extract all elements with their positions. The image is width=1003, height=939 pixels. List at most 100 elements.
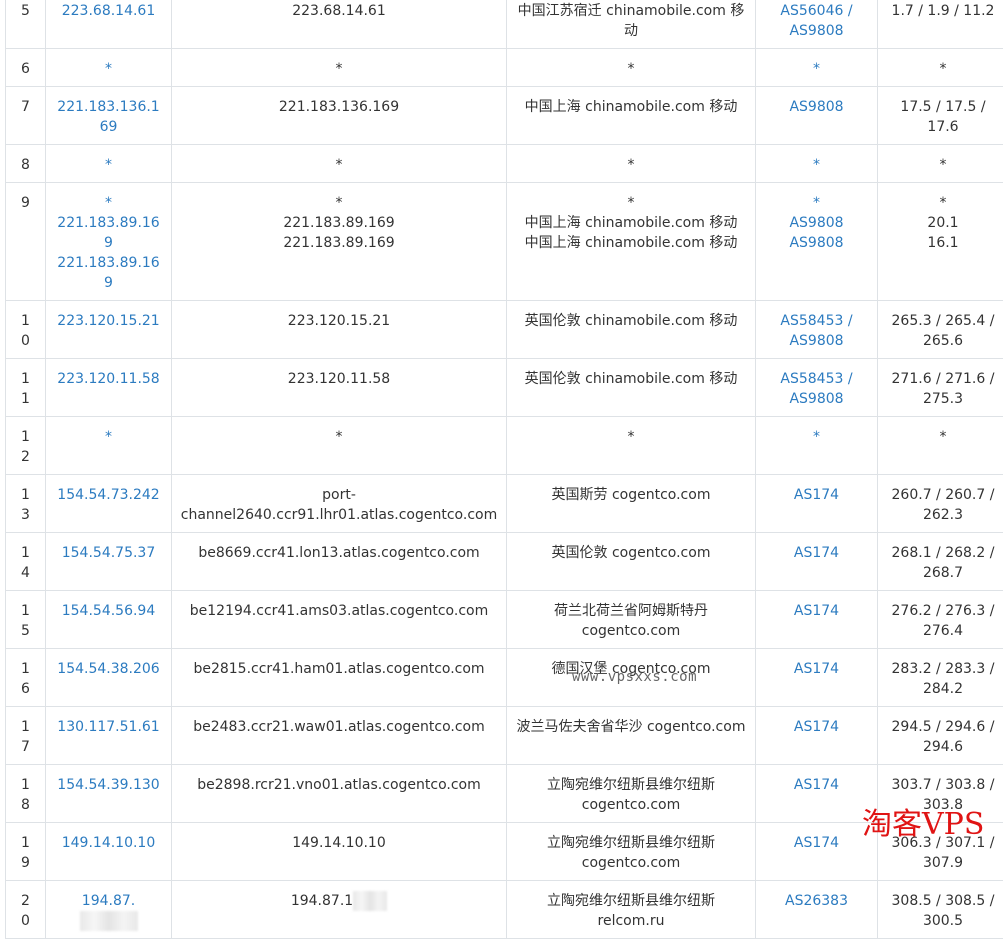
hostname-text: * bbox=[180, 59, 498, 79]
ip-value[interactable]: * bbox=[105, 195, 112, 211]
asn-value[interactable]: * bbox=[813, 157, 820, 173]
ip-value[interactable]: 221.183.89.169 bbox=[57, 215, 159, 251]
asn-value[interactable]: * bbox=[813, 429, 820, 445]
asn-text[interactable]: AS174 bbox=[764, 833, 869, 853]
latency-cell: 268.1 / 268.2 / 268.7 bbox=[878, 533, 1003, 591]
asn-text[interactable]: * bbox=[764, 193, 869, 213]
ip-text[interactable]: 194.87. bbox=[54, 891, 163, 931]
asn-value[interactable]: AS174 bbox=[794, 487, 839, 503]
asn-text[interactable]: AS58453 / AS9808 bbox=[764, 311, 869, 351]
table-row: 15154.54.56.94be12194.ccr41.ams03.atlas.… bbox=[6, 591, 1003, 649]
asn-cell: AS174 bbox=[756, 823, 878, 881]
ip-text[interactable]: 149.14.10.10 bbox=[54, 833, 163, 853]
asn-text[interactable]: AS174 bbox=[764, 775, 869, 795]
location-value: 立陶宛维尔纽斯县维尔纽斯 cogentco.com bbox=[547, 777, 715, 813]
asn-value[interactable]: AS174 bbox=[794, 545, 839, 561]
latency-cell: 271.6 / 271.6 / 275.3 bbox=[878, 359, 1003, 417]
ip-value[interactable]: * bbox=[105, 61, 112, 77]
asn-value[interactable]: AS174 bbox=[794, 835, 839, 851]
ip-value[interactable]: 130.117.51.61 bbox=[57, 719, 159, 735]
asn-value[interactable]: AS174 bbox=[794, 777, 839, 793]
asn-text[interactable]: AS26383 bbox=[764, 891, 869, 911]
asn-value[interactable]: AS9808 bbox=[789, 235, 843, 251]
asn-text[interactable]: AS9808 bbox=[764, 97, 869, 117]
asn-text[interactable]: AS174 bbox=[764, 601, 869, 621]
asn-text[interactable]: AS174 bbox=[764, 543, 869, 563]
table-row: 7221.183.136.169221.183.136.169中国上海 chin… bbox=[6, 87, 1003, 145]
location-text: 立陶宛维尔纽斯县维尔纽斯 cogentco.com bbox=[515, 833, 747, 873]
asn-value[interactable]: AS58453 / AS9808 bbox=[780, 313, 852, 349]
ip-text[interactable]: 130.117.51.61 bbox=[54, 717, 163, 737]
asn-value[interactable]: AS9808 bbox=[789, 99, 843, 115]
latency-text: 265.3 / 265.4 / 265.6 bbox=[886, 311, 1000, 351]
ip-text[interactable]: 223.120.11.58 bbox=[54, 369, 163, 389]
ip-value[interactable]: 154.54.39.130 bbox=[57, 777, 159, 793]
ip-text[interactable]: 221.183.89.169 bbox=[54, 253, 163, 293]
ip-text[interactable]: * bbox=[54, 59, 163, 79]
asn-value[interactable]: AS58453 / AS9808 bbox=[780, 371, 852, 407]
ip-value[interactable]: * bbox=[105, 157, 112, 173]
ip-text[interactable]: 154.54.73.242 bbox=[54, 485, 163, 505]
ip-value[interactable]: 223.120.15.21 bbox=[57, 313, 159, 329]
location-text: * bbox=[515, 155, 747, 175]
asn-value[interactable]: AS26383 bbox=[785, 893, 848, 909]
location-text: 英国伦敦 chinamobile.com 移动 bbox=[515, 369, 747, 389]
ip-text[interactable]: * bbox=[54, 155, 163, 175]
hostname-cell: 194.87.1 bbox=[172, 881, 507, 939]
asn-value[interactable]: * bbox=[813, 61, 820, 77]
ip-value[interactable]: 221.183.89.169 bbox=[57, 255, 159, 291]
ip-value[interactable]: 154.54.73.242 bbox=[57, 487, 159, 503]
asn-value[interactable]: AS174 bbox=[794, 719, 839, 735]
asn-value[interactable]: AS9808 bbox=[789, 215, 843, 231]
ip-text[interactable]: 223.68.14.61 bbox=[54, 1, 163, 21]
ip-text[interactable]: 221.183.136.169 bbox=[54, 97, 163, 137]
ip-cell: 223.120.11.58 bbox=[46, 359, 172, 417]
ip-value[interactable]: 149.14.10.10 bbox=[62, 835, 156, 851]
ip-text[interactable]: * bbox=[54, 193, 163, 213]
ip-value[interactable]: * bbox=[105, 429, 112, 445]
ip-text[interactable]: 154.54.38.206 bbox=[54, 659, 163, 679]
location-cell: 英国伦敦 chinamobile.com 移动 bbox=[507, 301, 756, 359]
asn-text[interactable]: AS174 bbox=[764, 717, 869, 737]
ip-value[interactable]: 221.183.136.169 bbox=[57, 99, 159, 135]
hostname-text: port-channel2640.ccr91.lhr01.atlas.cogen… bbox=[180, 485, 498, 525]
ip-value[interactable]: 154.54.75.37 bbox=[62, 545, 156, 561]
ip-value[interactable]: 154.54.56.94 bbox=[62, 603, 156, 619]
asn-text[interactable]: AS58453 / AS9808 bbox=[764, 369, 869, 409]
asn-text[interactable]: AS56046 / AS9808 bbox=[764, 1, 869, 41]
asn-value[interactable]: AS174 bbox=[794, 661, 839, 677]
ip-text[interactable]: * bbox=[54, 427, 163, 447]
ip-value[interactable]: 223.120.11.58 bbox=[57, 371, 159, 387]
asn-text[interactable]: * bbox=[764, 59, 869, 79]
asn-value[interactable]: AS174 bbox=[794, 603, 839, 619]
ip-text[interactable]: 154.54.56.94 bbox=[54, 601, 163, 621]
asn-text[interactable]: * bbox=[764, 427, 869, 447]
location-text: * bbox=[515, 59, 747, 79]
asn-text[interactable]: AS174 bbox=[764, 659, 869, 679]
watermark-url: www.vpsxxs.com bbox=[572, 669, 697, 685]
ip-value[interactable]: 154.54.38.206 bbox=[57, 661, 159, 677]
asn-value[interactable]: AS56046 / AS9808 bbox=[780, 3, 852, 39]
hostname-text: 223.120.11.58 bbox=[180, 369, 498, 389]
hop-number: 12 bbox=[6, 417, 46, 475]
hostname-cell: * bbox=[172, 417, 507, 475]
asn-text[interactable]: AS9808 bbox=[764, 233, 869, 253]
ip-text[interactable]: 154.54.75.37 bbox=[54, 543, 163, 563]
hostname-value: 149.14.10.10 bbox=[292, 835, 386, 851]
location-text: 波兰马佐夫舍省华沙 cogentco.com bbox=[515, 717, 747, 737]
asn-text[interactable]: AS9808 bbox=[764, 213, 869, 233]
asn-value[interactable]: * bbox=[813, 195, 820, 211]
hostname-value: * bbox=[336, 195, 343, 211]
hostname-cell: 149.14.10.10 bbox=[172, 823, 507, 881]
hostname-value: 223.120.15.21 bbox=[288, 313, 390, 329]
table-row: 19149.14.10.10149.14.10.10立陶宛维尔纽斯县维尔纽斯 c… bbox=[6, 823, 1003, 881]
asn-text[interactable]: * bbox=[764, 155, 869, 175]
ip-text[interactable]: 221.183.89.169 bbox=[54, 213, 163, 253]
latency-cell: 260.7 / 260.7 / 262.3 bbox=[878, 475, 1003, 533]
latency-text: 308.5 / 308.5 / 300.5 bbox=[886, 891, 1000, 931]
asn-text[interactable]: AS174 bbox=[764, 485, 869, 505]
ip-value[interactable]: 223.68.14.61 bbox=[62, 3, 156, 19]
ip-value[interactable]: 194.87. bbox=[82, 893, 135, 909]
ip-text[interactable]: 223.120.15.21 bbox=[54, 311, 163, 331]
ip-text[interactable]: 154.54.39.130 bbox=[54, 775, 163, 795]
